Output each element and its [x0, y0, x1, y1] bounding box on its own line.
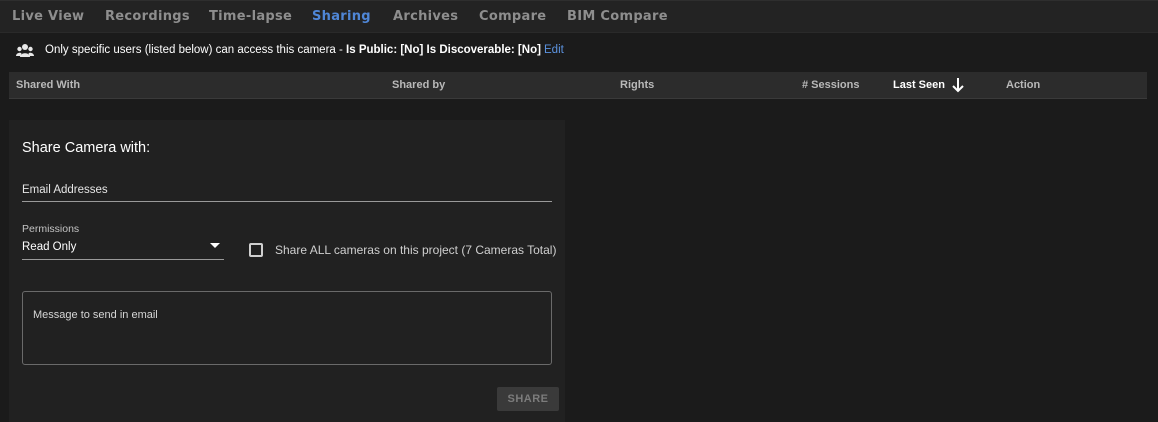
tab-sharing[interactable]: Sharing: [312, 9, 371, 24]
arrow-down-icon[interactable]: [951, 77, 965, 93]
column-action[interactable]: Action: [1006, 79, 1040, 91]
email-addresses-label: Email Addresses: [22, 184, 108, 196]
column-shared-with[interactable]: Shared With: [16, 79, 80, 91]
tab-recordings[interactable]: Recordings: [105, 9, 190, 24]
access-notice-prefix: Only specific users (listed below) can a…: [45, 44, 347, 56]
permissions-label: Permissions: [22, 223, 80, 235]
email-addresses-field[interactable]: Email Addresses: [22, 180, 552, 202]
share-button[interactable]: SHARE: [497, 387, 559, 411]
tab-live-view[interactable]: Live View: [12, 9, 84, 24]
dropdown-arrow-icon: [210, 243, 220, 248]
share-camera-card: Share Camera with: Email Addresses Permi…: [9, 120, 565, 422]
column-sessions[interactable]: # Sessions: [802, 79, 859, 91]
column-rights[interactable]: Rights: [620, 79, 654, 91]
permissions-value: Read Only: [22, 241, 77, 253]
column-shared-by[interactable]: Shared by: [392, 79, 445, 91]
message-textarea[interactable]: Message to send in email: [22, 291, 552, 365]
nav-tabs: Live View Recordings Time-lapse Sharing …: [0, 0, 1158, 33]
share-form-title: Share Camera with:: [22, 140, 151, 156]
tab-time-lapse[interactable]: Time-lapse: [209, 9, 292, 24]
access-notice-text: Only specific users (listed below) can a…: [45, 44, 541, 56]
public-status: Is Public: [No] Is Discoverable: [No]: [346, 44, 541, 56]
message-placeholder: Message to send in email: [33, 309, 158, 321]
share-all-checkbox[interactable]: [249, 243, 263, 257]
permissions-select[interactable]: Read Only: [22, 238, 224, 260]
share-all-label[interactable]: Share ALL cameras on this project (7 Cam…: [275, 243, 556, 257]
tab-compare[interactable]: Compare: [479, 9, 546, 24]
access-notice: Only specific users (listed below) can a…: [0, 33, 1158, 71]
edit-access-link[interactable]: Edit: [544, 44, 564, 56]
column-last-seen[interactable]: Last Seen: [893, 79, 945, 91]
tab-bim-compare[interactable]: BIM Compare: [567, 9, 668, 24]
shares-table-header: Shared With Shared by Rights # Sessions …: [9, 72, 1147, 99]
users-icon: [16, 43, 34, 59]
tab-archives[interactable]: Archives: [393, 9, 458, 24]
